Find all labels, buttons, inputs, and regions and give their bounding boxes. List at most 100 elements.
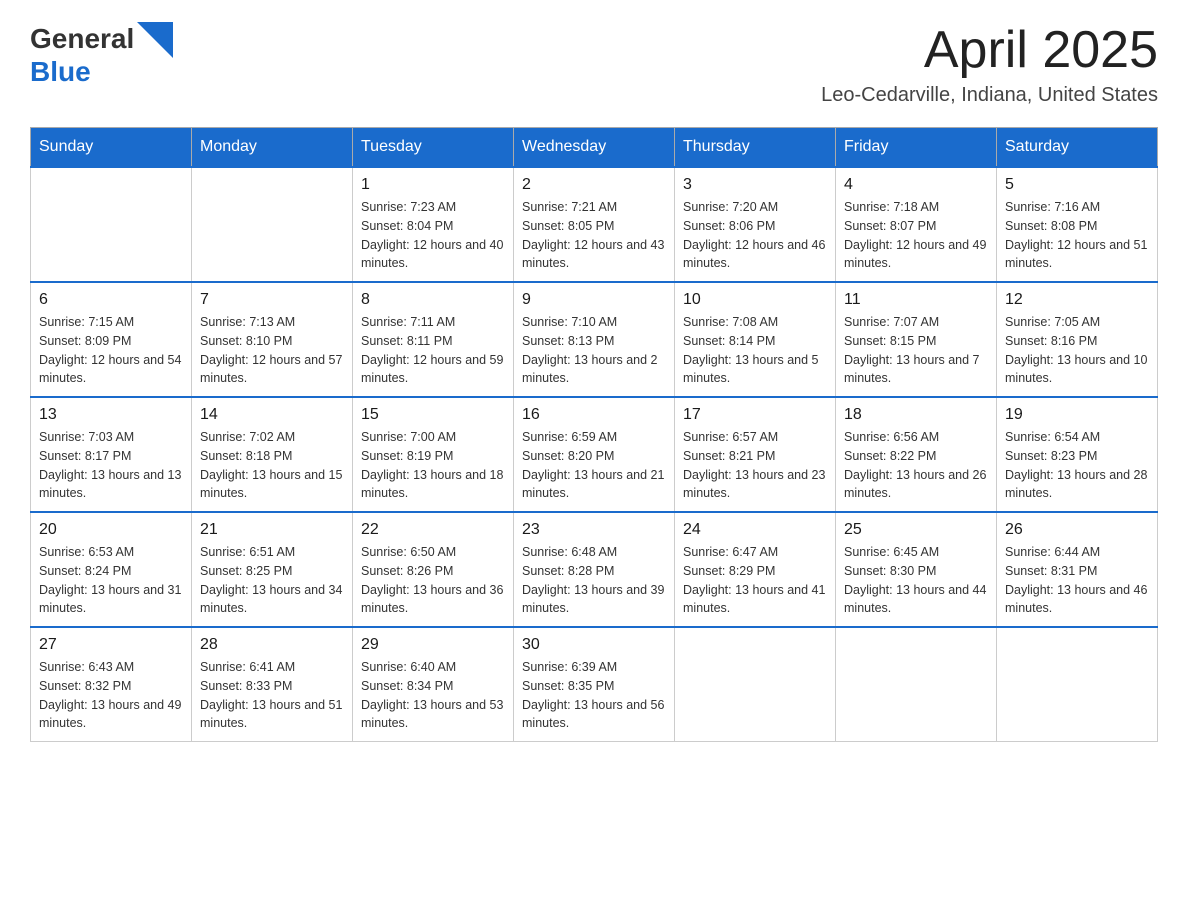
header-row: Sunday Monday Tuesday Wednesday Thursday… (31, 128, 1158, 168)
col-friday: Friday (836, 128, 997, 168)
calendar-cell (836, 627, 997, 742)
calendar-cell: 18 Sunrise: 6:56 AMSunset: 8:22 PMDayligh… (836, 397, 997, 512)
day-number: 8 (361, 291, 505, 309)
calendar-cell: 26 Sunrise: 6:44 AMSunset: 8:31 PMDayligh… (997, 512, 1158, 627)
col-saturday: Saturday (997, 128, 1158, 168)
day-info: Sunrise: 6:56 AMSunset: 8:22 PMDaylight:… (844, 428, 988, 503)
day-info: Sunrise: 6:57 AMSunset: 8:21 PMDaylight:… (683, 428, 827, 503)
calendar-cell: 12 Sunrise: 7:05 AMSunset: 8:16 PMDayligh… (997, 282, 1158, 397)
day-number: 13 (39, 406, 183, 424)
day-number: 21 (200, 521, 344, 539)
day-number: 19 (1005, 406, 1149, 424)
day-number: 27 (39, 636, 183, 654)
week-row-3: 13 Sunrise: 7:03 AMSunset: 8:17 PMDayligh… (31, 397, 1158, 512)
col-tuesday: Tuesday (353, 128, 514, 168)
day-info: Sunrise: 6:51 AMSunset: 8:25 PMDaylight:… (200, 543, 344, 618)
day-number: 5 (1005, 176, 1149, 194)
calendar-cell: 21 Sunrise: 6:51 AMSunset: 8:25 PMDayligh… (192, 512, 353, 627)
calendar-cell: 28Sunrise: 6:41 AMSunset: 8:33 PMDayligh… (192, 627, 353, 742)
day-info: Sunrise: 6:54 AMSunset: 8:23 PMDaylight:… (1005, 428, 1149, 503)
day-info: Sunrise: 7:07 AMSunset: 8:15 PMDaylight:… (844, 313, 988, 388)
day-number: 7 (200, 291, 344, 309)
calendar-cell: 30 Sunrise: 6:39 AMSunset: 8:35 PMDayligh… (514, 627, 675, 742)
day-number: 17 (683, 406, 827, 424)
day-info: Sunrise: 7:02 AMSunset: 8:18 PMDaylight:… (200, 428, 344, 503)
calendar-cell: 3 Sunrise: 7:20 AMSunset: 8:06 PMDaylight… (675, 167, 836, 282)
day-number: 25 (844, 521, 988, 539)
calendar-subtitle: Leo-Cedarville, Indiana, United States (821, 84, 1158, 107)
day-info: Sunrise: 7:11 AMSunset: 8:11 PMDaylight:… (361, 313, 505, 388)
calendar-cell: 29 Sunrise: 6:40 AMSunset: 8:34 PMDayligh… (353, 627, 514, 742)
calendar-cell (192, 167, 353, 282)
day-info: Sunrise: 7:00 AMSunset: 8:19 PMDaylight:… (361, 428, 505, 503)
logo: General Blue (30, 20, 173, 86)
col-wednesday: Wednesday (514, 128, 675, 168)
day-info: Sunrise: 6:59 AMSunset: 8:20 PMDaylight:… (522, 428, 666, 503)
day-number: 18 (844, 406, 988, 424)
logo-blue: Blue (30, 56, 91, 87)
day-number: 4 (844, 176, 988, 194)
calendar-cell (675, 627, 836, 742)
day-number: 2 (522, 176, 666, 194)
day-info: Sunrise: 6:39 AMSunset: 8:35 PMDaylight:… (522, 658, 666, 733)
day-number: 29 (361, 636, 505, 654)
calendar-cell (31, 167, 192, 282)
day-number: 6 (39, 291, 183, 309)
day-number: 10 (683, 291, 827, 309)
day-number: 15 (361, 406, 505, 424)
week-row-4: 20 Sunrise: 6:53 AMSunset: 8:24 PMDayligh… (31, 512, 1158, 627)
day-number: 20 (39, 521, 183, 539)
day-info: Sunrise: 7:15 AMSunset: 8:09 PMDaylight:… (39, 313, 183, 388)
day-number: 23 (522, 521, 666, 539)
calendar-cell: 5 Sunrise: 7:16 AMSunset: 8:08 PMDaylight… (997, 167, 1158, 282)
calendar-cell: 20 Sunrise: 6:53 AMSunset: 8:24 PMDayligh… (31, 512, 192, 627)
day-info: Sunrise: 7:20 AMSunset: 8:06 PMDaylight:… (683, 198, 827, 273)
calendar-cell: 16 Sunrise: 6:59 AMSunset: 8:20 PMDayligh… (514, 397, 675, 512)
calendar-cell: 7 Sunrise: 7:13 AMSunset: 8:10 PMDaylight… (192, 282, 353, 397)
day-info: Sunrise: 6:47 AMSunset: 8:29 PMDaylight:… (683, 543, 827, 618)
calendar-cell: 8 Sunrise: 7:11 AMSunset: 8:11 PMDaylight… (353, 282, 514, 397)
calendar-cell: 25 Sunrise: 6:45 AMSunset: 8:30 PMDayligh… (836, 512, 997, 627)
calendar-cell: 1 Sunrise: 7:23 AMSunset: 8:04 PMDaylight… (353, 167, 514, 282)
week-row-2: 6 Sunrise: 7:15 AMSunset: 8:09 PMDaylight… (31, 282, 1158, 397)
day-info: Sunrise: 7:10 AMSunset: 8:13 PMDaylight:… (522, 313, 666, 388)
day-number: 16 (522, 406, 666, 424)
calendar-cell: 24Sunrise: 6:47 AMSunset: 8:29 PMDayligh… (675, 512, 836, 627)
calendar-cell: 22 Sunrise: 6:50 AMSunset: 8:26 PMDayligh… (353, 512, 514, 627)
day-info: Sunrise: 7:21 AMSunset: 8:05 PMDaylight:… (522, 198, 666, 273)
day-number: 26 (1005, 521, 1149, 539)
day-number: 3 (683, 176, 827, 194)
page-header: General Blue April 2025 Leo-Cedarville, … (30, 20, 1158, 107)
calendar-cell: 13 Sunrise: 7:03 AMSunset: 8:17 PMDayligh… (31, 397, 192, 512)
day-info: Sunrise: 6:53 AMSunset: 8:24 PMDaylight:… (39, 543, 183, 618)
calendar-cell: 11 Sunrise: 7:07 AMSunset: 8:15 PMDayligh… (836, 282, 997, 397)
logo-triangle-icon (137, 22, 173, 58)
calendar-table: Sunday Monday Tuesday Wednesday Thursday… (30, 127, 1158, 742)
calendar-cell: 9Sunrise: 7:10 AMSunset: 8:13 PMDaylight… (514, 282, 675, 397)
calendar-cell: 17 Sunrise: 6:57 AMSunset: 8:21 PMDayligh… (675, 397, 836, 512)
day-info: Sunrise: 7:03 AMSunset: 8:17 PMDaylight:… (39, 428, 183, 503)
calendar-cell: 15 Sunrise: 7:00 AMSunset: 8:19 PMDayligh… (353, 397, 514, 512)
calendar-cell: 6 Sunrise: 7:15 AMSunset: 8:09 PMDaylight… (31, 282, 192, 397)
day-number: 30 (522, 636, 666, 654)
day-number: 12 (1005, 291, 1149, 309)
day-number: 11 (844, 291, 988, 309)
col-sunday: Sunday (31, 128, 192, 168)
day-info: Sunrise: 6:43 AMSunset: 8:32 PMDaylight:… (39, 658, 183, 733)
title-section: April 2025 Leo-Cedarville, Indiana, Unit… (821, 20, 1158, 107)
calendar-cell: 14Sunrise: 7:02 AMSunset: 8:18 PMDayligh… (192, 397, 353, 512)
day-info: Sunrise: 7:23 AMSunset: 8:04 PMDaylight:… (361, 198, 505, 273)
calendar-cell: 10 Sunrise: 7:08 AMSunset: 8:14 PMDayligh… (675, 282, 836, 397)
day-number: 22 (361, 521, 505, 539)
day-number: 1 (361, 176, 505, 194)
day-info: Sunrise: 7:08 AMSunset: 8:14 PMDaylight:… (683, 313, 827, 388)
day-info: Sunrise: 7:05 AMSunset: 8:16 PMDaylight:… (1005, 313, 1149, 388)
col-thursday: Thursday (675, 128, 836, 168)
day-info: Sunrise: 7:13 AMSunset: 8:10 PMDaylight:… (200, 313, 344, 388)
day-info: Sunrise: 6:44 AMSunset: 8:31 PMDaylight:… (1005, 543, 1149, 618)
day-info: Sunrise: 6:50 AMSunset: 8:26 PMDaylight:… (361, 543, 505, 618)
calendar-cell: 23Sunrise: 6:48 AMSunset: 8:28 PMDayligh… (514, 512, 675, 627)
day-info: Sunrise: 7:16 AMSunset: 8:08 PMDaylight:… (1005, 198, 1149, 273)
day-info: Sunrise: 6:45 AMSunset: 8:30 PMDaylight:… (844, 543, 988, 618)
day-info: Sunrise: 6:40 AMSunset: 8:34 PMDaylight:… (361, 658, 505, 733)
